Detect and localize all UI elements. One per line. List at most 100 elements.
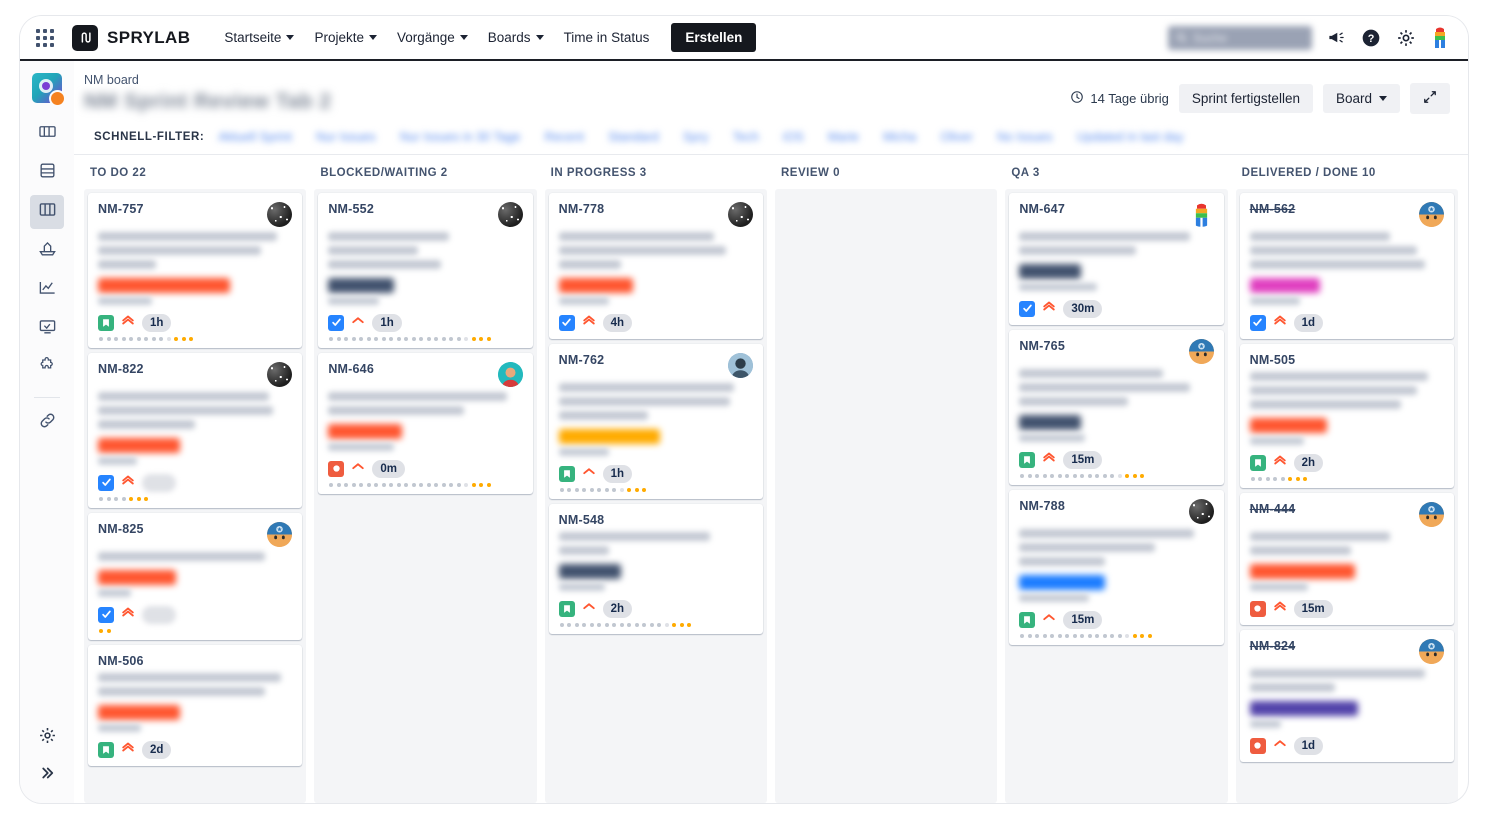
card-title (1249, 669, 1444, 692)
project-settings-icon[interactable] (38, 726, 57, 750)
search-input[interactable]: Suche (1168, 25, 1312, 50)
card-issue-key[interactable]: NM-762 (559, 353, 605, 367)
board-card[interactable]: NM-824 1d (1239, 630, 1454, 762)
board-card[interactable]: NM-822 (88, 353, 303, 508)
sidebar-item-roadmap[interactable] (30, 117, 64, 151)
column-card-list[interactable]: NM-562 1d NM-505 2h NM-444 15m NM-824 1d (1235, 189, 1458, 803)
nav-item-boards[interactable]: Boards (480, 24, 552, 51)
board-view-select[interactable]: Board (1322, 84, 1400, 113)
sidebar-item-backlog[interactable] (30, 156, 64, 190)
avatar[interactable] (497, 202, 523, 227)
column-card-list[interactable]: NM-552 1h NM-646 0m (314, 189, 537, 803)
create-button[interactable]: Erstellen (671, 23, 757, 52)
sidebar-item-releases[interactable] (30, 234, 64, 268)
sidebar-item-reports[interactable] (30, 273, 64, 307)
project-avatar[interactable] (32, 73, 66, 107)
card-issue-key[interactable]: NM-778 (559, 202, 605, 216)
expand-sidebar-icon[interactable] (38, 764, 56, 787)
avatar[interactable] (497, 362, 523, 387)
board-card[interactable]: NM-647 30m (1009, 193, 1224, 325)
avatar[interactable] (267, 522, 293, 547)
quick-filter-item[interactable]: Nur Issues (316, 130, 376, 144)
board-card[interactable]: NM-825 (88, 513, 303, 640)
fullscreen-button[interactable] (1410, 83, 1450, 114)
quick-filter-item[interactable]: Spry (683, 130, 709, 144)
card-issue-key[interactable]: NM-757 (98, 202, 144, 216)
sidebar-item-link[interactable] (30, 406, 64, 440)
board-card[interactable]: NM-505 2h (1239, 344, 1454, 488)
card-title (1019, 369, 1213, 406)
deployments-icon (38, 317, 57, 341)
nav-item-startseite[interactable]: Startseite (216, 24, 302, 51)
quick-filter-item[interactable]: Standard (608, 130, 659, 144)
board-card[interactable]: NM-562 1d (1239, 193, 1454, 339)
avatar[interactable] (1418, 639, 1444, 664)
card-issue-key[interactable]: NM-765 (1019, 339, 1065, 353)
card-issue-key[interactable]: NM-822 (98, 362, 144, 376)
card-issue-key[interactable]: NM-548 (559, 513, 605, 527)
board-card[interactable]: NM-444 15m (1239, 493, 1454, 625)
profile-avatar-icon[interactable] (1430, 26, 1452, 50)
card-issue-key[interactable]: NM-506 (98, 654, 144, 668)
quick-filter-item[interactable]: Recent (544, 130, 584, 144)
board-card[interactable]: NM-765 15m (1009, 330, 1224, 485)
board-columns: TO DO 22 NM-757 1h NM-822 NM-825 NM-506 … (74, 155, 1468, 803)
quick-filter-item[interactable]: Micha (883, 130, 916, 144)
avatar[interactable] (267, 362, 293, 387)
board-header: NM board NM Sprint Review Tab 2 14 Tage … (74, 61, 1468, 154)
avatar[interactable] (727, 202, 753, 227)
avatar[interactable] (267, 202, 293, 227)
avatar[interactable] (727, 353, 753, 378)
gear-icon[interactable] (1395, 27, 1417, 49)
avatar[interactable] (1189, 202, 1214, 227)
card-issue-key[interactable]: NM-788 (1019, 499, 1065, 513)
board-card[interactable]: NM-548 2h (548, 504, 763, 634)
card-issue-key[interactable]: NM-824 (1250, 639, 1296, 653)
quick-filter-item[interactable]: Oliver (940, 130, 973, 144)
nav-item-projekte[interactable]: Projekte (306, 24, 385, 51)
board-card[interactable]: NM-778 4h (548, 193, 763, 339)
card-issue-key[interactable]: NM-646 (328, 362, 374, 376)
card-issue-key[interactable]: NM-552 (328, 202, 374, 216)
sidebar-item-deployments[interactable] (30, 312, 64, 346)
column-card-list[interactable]: NM-647 30m NM-765 15m NM-788 15m (1005, 189, 1228, 803)
card-issue-key[interactable]: NM-505 (1250, 353, 1296, 367)
board-card[interactable]: NM-757 1h (88, 193, 303, 348)
quick-filter-item[interactable]: Updated in last day (1077, 130, 1184, 144)
card-issue-key[interactable]: NM-647 (1019, 202, 1065, 216)
nav-item-time-in-status[interactable]: Time in Status (556, 24, 658, 51)
avatar[interactable] (1418, 202, 1444, 227)
column-card-list[interactable]: NM-778 4h NM-762 1h NM-548 2h (544, 189, 767, 803)
avatar[interactable] (1418, 502, 1444, 527)
card-label-chip (98, 705, 180, 720)
quick-filter-item[interactable]: No Issues (997, 130, 1053, 144)
quick-filter-item[interactable]: Tech (733, 130, 759, 144)
card-issue-key[interactable]: NM-562 (1250, 202, 1296, 216)
board-card[interactable]: NM-788 15m (1009, 490, 1224, 645)
grid-apps-icon[interactable] (32, 25, 58, 51)
board-card[interactable]: NM-506 2d (88, 645, 303, 766)
card-meta-text (98, 297, 153, 305)
card-issue-key[interactable]: NM-444 (1250, 502, 1296, 516)
column-title: REVIEW (780, 167, 830, 179)
column-card-list[interactable] (774, 189, 998, 803)
sidebar-item-addons[interactable] (30, 351, 64, 385)
avatar[interactable] (1188, 339, 1214, 364)
sidebar-item-board[interactable] (30, 195, 64, 229)
complete-sprint-button[interactable]: Sprint fertigstellen (1178, 84, 1313, 113)
quick-filter-item[interactable]: iOS (783, 130, 804, 144)
board-card[interactable]: NM-646 0m (318, 353, 533, 494)
column-card-list[interactable]: NM-757 1h NM-822 NM-825 NM-506 2d (84, 189, 307, 803)
board-card[interactable]: NM-762 1h (548, 344, 763, 499)
app-logo[interactable]: SPRYLAB (72, 24, 190, 51)
nav-item-vorgaenge[interactable]: Vorgänge (389, 24, 476, 51)
megaphone-icon[interactable] (1325, 27, 1347, 49)
avatar[interactable] (1188, 499, 1214, 524)
breadcrumb[interactable]: NM board (84, 73, 332, 87)
quick-filter-item[interactable]: Marie (828, 130, 859, 144)
quick-filter-item[interactable]: Nur Issues in 30 Tage (400, 130, 521, 144)
card-issue-key[interactable]: NM-825 (98, 522, 144, 536)
help-icon[interactable]: ? (1360, 27, 1382, 49)
quick-filter-item[interactable]: Aktuell Sprint (218, 130, 292, 144)
board-card[interactable]: NM-552 1h (318, 193, 533, 348)
